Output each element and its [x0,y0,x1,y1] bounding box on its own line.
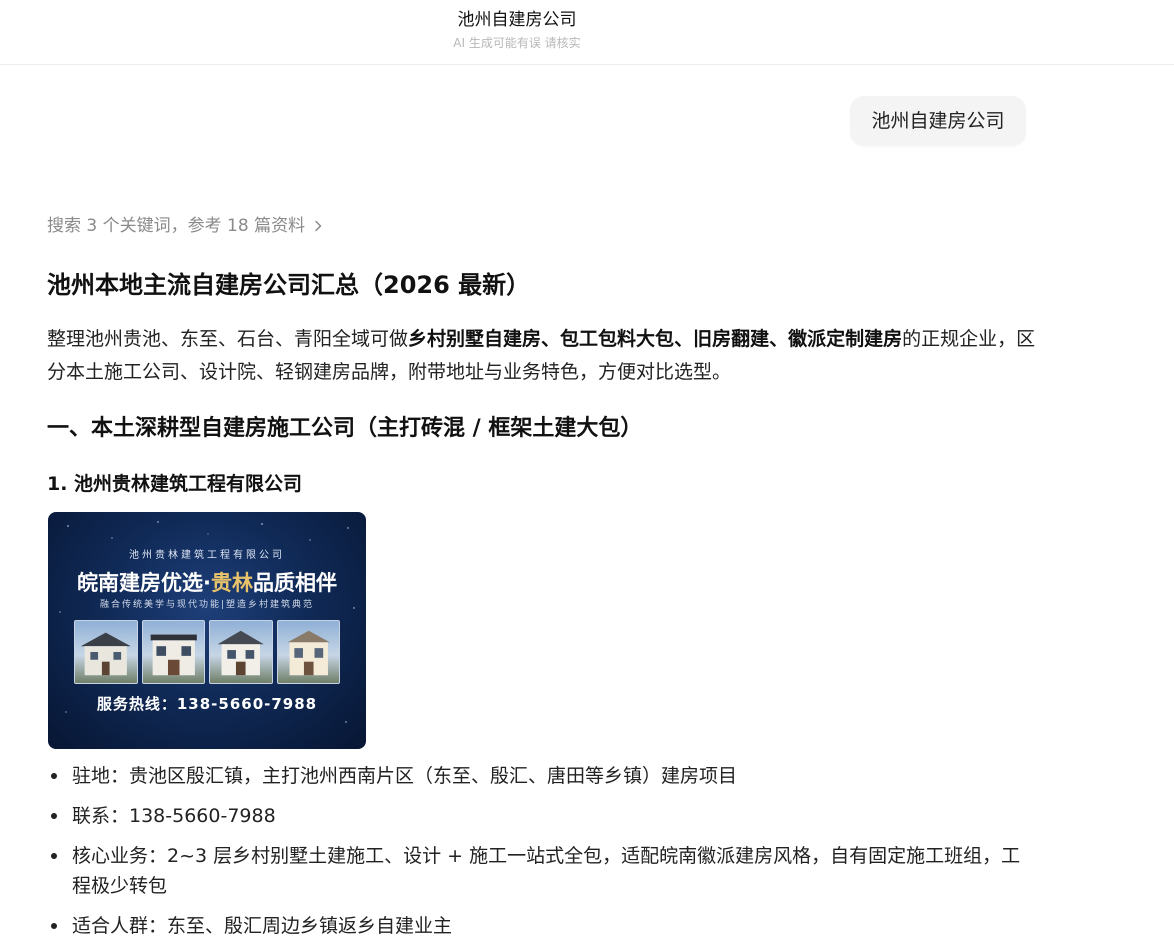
villa-illustration [80,632,131,676]
villa-illustration [150,634,197,676]
list-item: 联系：138-5660-7988 [47,801,1037,831]
intro-prefix: 整理池州贵池、东至、石台、青阳全域可做 [47,328,409,350]
company-details-list: 驻地：贵池区殷汇镇，主打池州西南片区（东至、殷汇、唐田等乡镇）建房项目 联系：1… [47,761,1037,951]
list-item: 驻地：贵池区殷汇镇，主打池州西南片区（东至、殷汇、唐田等乡镇）建房项目 [47,761,1037,791]
company-banner-image[interactable]: 池州贵林建筑工程有限公司 皖南建房优选·贵林品质相伴 融合传统美学与现代功能|塑… [48,512,366,749]
banner-hotline: 服务热线：138-5660-7988 [96,695,318,713]
house-photo [74,620,138,684]
banner-slogan-part1: 皖南建房优选· [77,571,211,595]
house-photo [276,620,340,684]
intro-bold-package: 包工包料大包 [560,328,675,350]
bullet-dot-icon [51,813,57,819]
intro-bold-huizhou: 徽派定制建房 [788,328,903,350]
detail-contact: 联系：138-5660-7988 [72,805,276,827]
chat-title: 池州自建房公司 [457,10,577,30]
company-heading-guilin: 1. 池州贵林建筑工程有限公司 [47,473,303,495]
detail-core-business: 核心业务：2~3 层乡村别墅土建施工、设计 + 施工一站式全包，适配皖南徽派建房… [72,845,1021,897]
villa-illustration [217,630,264,676]
list-item: 核心业务：2~3 层乡村别墅土建施工、设计 + 施工一站式全包，适配皖南徽派建房… [47,841,1037,901]
villa-illustration [287,630,330,676]
intro-bold-rebuild: 旧房翻建 [693,328,770,350]
banner-slogan: 皖南建房优选·贵林品质相伴 [48,568,366,598]
intro-sep-1: 、 [541,328,561,350]
ai-disclaimer: AI 生成可能有误 请核实 [453,36,581,50]
banner-slogan-brand: 贵林 [210,571,253,595]
bullet-dot-icon [51,853,57,859]
chevron-right-icon [315,220,322,232]
detail-location: 驻地：贵池区殷汇镇，主打池州西南片区（东至、殷汇、唐田等乡镇）建房项目 [72,765,738,787]
banner-slogan-part2: 品质相伴 [252,571,337,595]
answer-title: 池州本地主流自建房公司汇总（2026 最新） [47,271,531,299]
search-sources-toggle[interactable]: 搜索 3 个关键词，参考 18 篇资料 [47,213,325,239]
intro-sep-3: 、 [769,328,789,350]
detail-target-audience: 适合人群：东至、殷汇周边乡镇返乡自建业主 [72,915,453,937]
chat-header: 池州自建房公司 AI 生成可能有误 请核实 [0,0,1174,65]
house-photo [209,620,273,684]
user-message-bubble: 池州自建房公司 [850,96,1026,146]
bullet-dot-icon [51,773,57,779]
bullet-dot-icon [51,923,57,929]
answer-intro: 整理池州贵池、东至、石台、青阳全域可做乡村别墅自建房、包工包料大包、旧房翻建、徽… [47,323,1037,389]
banner-house-photos [74,620,340,684]
search-summary-text: 搜索 3 个关键词，参考 18 篇资料 [47,216,306,236]
section-heading-local-builders: 一、本土深耕型自建房施工公司（主打砖混 / 框架土建大包） [47,416,643,441]
intro-bold-villa: 乡村别墅自建房 [408,328,542,350]
house-photo [141,620,205,684]
banner-tagline: 融合传统美学与现代功能|塑造乡村建筑典范 [99,600,315,610]
intro-sep-2: 、 [674,328,694,350]
list-item: 适合人群：东至、殷汇周边乡镇返乡自建业主 [47,911,1037,941]
banner-company-name: 池州贵林建筑工程有限公司 [129,550,285,561]
